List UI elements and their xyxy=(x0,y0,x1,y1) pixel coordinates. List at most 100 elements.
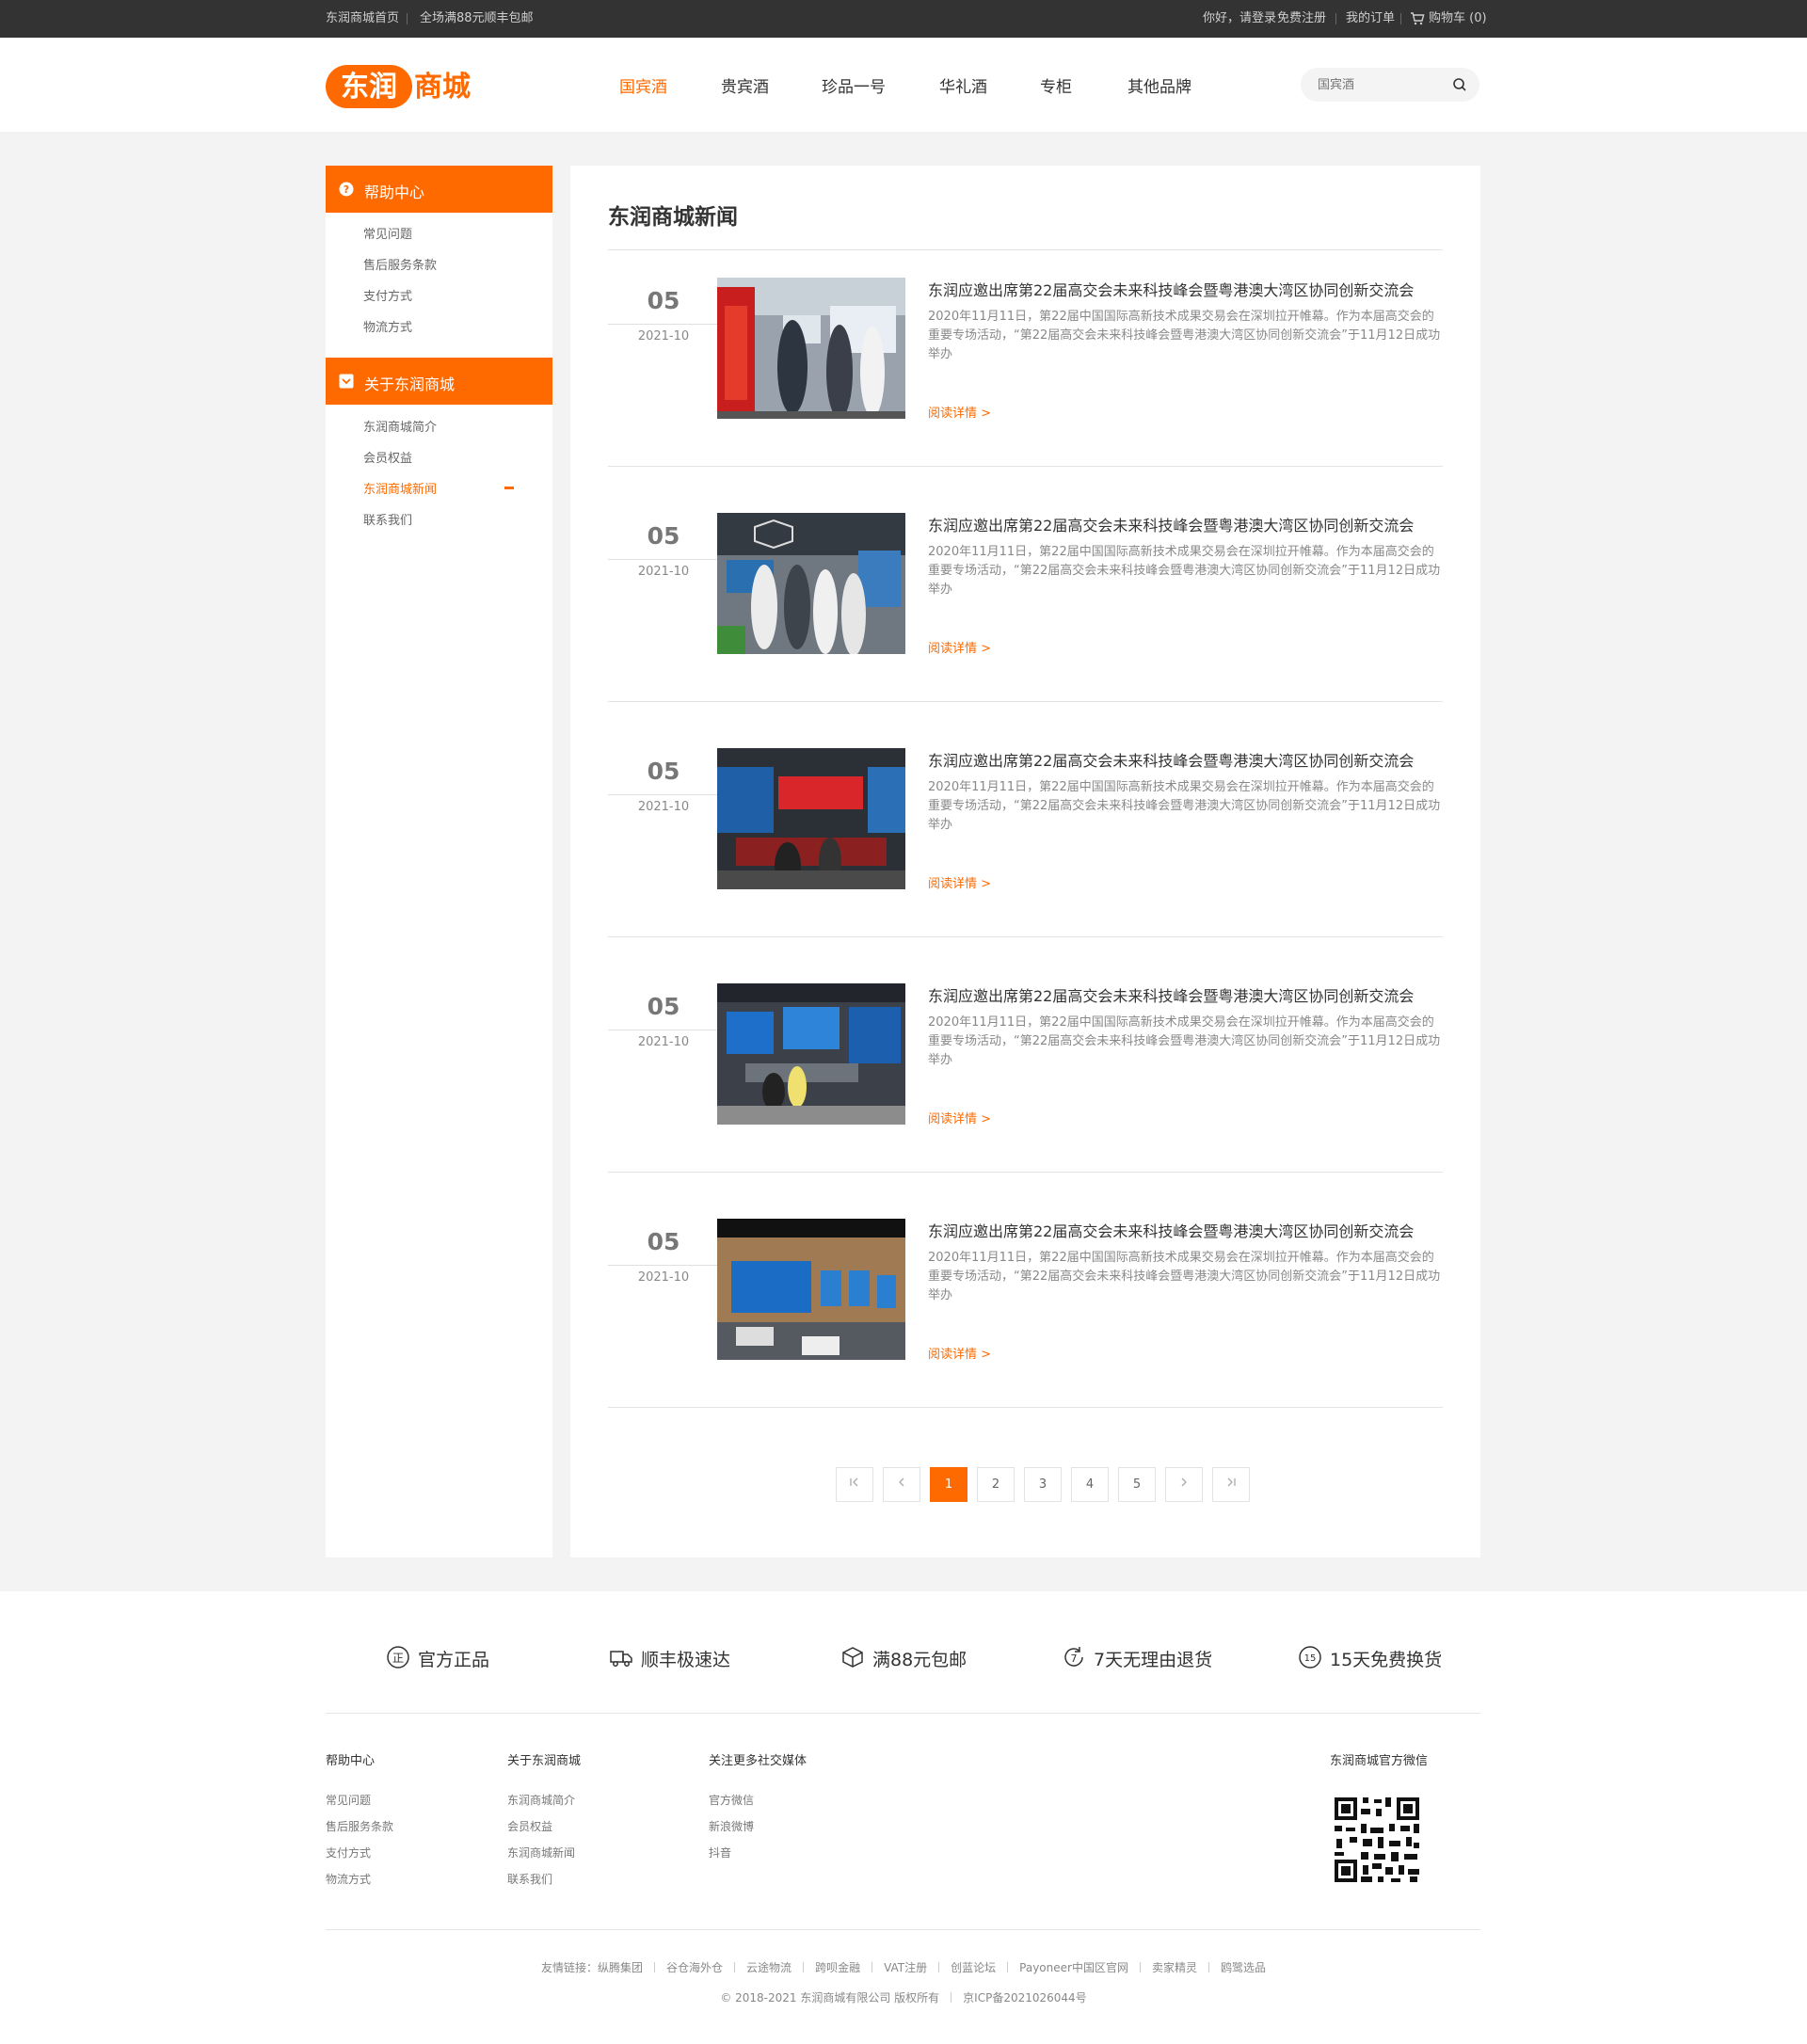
news-title[interactable]: 东润应邀出席第22届高交会未来科技峰会暨粤港澳大湾区协同创新交流会 xyxy=(928,983,1414,1006)
nav-zhenpin[interactable]: 珍品一号 xyxy=(822,73,886,97)
chevron-down-box-icon xyxy=(339,374,354,389)
news-month: 2021-10 xyxy=(637,1035,690,1049)
friend-links-label: 友情链接： xyxy=(541,1961,599,1974)
box-icon xyxy=(840,1645,865,1669)
news-title[interactable]: 东润应邀出席第22届高交会未来科技峰会暨粤港澳大湾区协同创新交流会 xyxy=(928,748,1414,771)
sidebar-item-logistics[interactable]: 物流方式 xyxy=(363,317,412,335)
cart-link[interactable]: 购物车 (0) xyxy=(1429,0,1487,38)
news-day: 05 xyxy=(647,1228,680,1255)
divider xyxy=(608,794,719,795)
footer-link[interactable]: 常见问题 xyxy=(326,1792,371,1808)
feature-label: 7天无理由退货 xyxy=(1094,1650,1213,1670)
nav-guobinjiu[interactable]: 国宾酒 xyxy=(619,73,667,97)
news-thumbnail[interactable] xyxy=(717,983,905,1125)
news-thumbnail[interactable] xyxy=(717,1219,905,1360)
nav-zhuangui[interactable]: 专柜 xyxy=(1040,73,1072,97)
sidebar-item-news[interactable]: 东润商城新闻 xyxy=(363,479,437,497)
page-title: 东润商城新闻 xyxy=(608,205,738,230)
genuine-icon: 正 xyxy=(386,1645,410,1669)
news-title[interactable]: 东润应邀出席第22届高交会未来科技峰会暨粤港澳大湾区协同创新交流会 xyxy=(928,1219,1414,1241)
footer-col-social-title: 关注更多社交媒体 xyxy=(709,1754,808,1768)
footer-link[interactable]: 物流方式 xyxy=(326,1871,371,1887)
sidebar-item-intro[interactable]: 东润商城简介 xyxy=(363,417,437,435)
footer-col-help-title: 帮助中心 xyxy=(326,1754,376,1768)
logo[interactable]: 东润 商城 xyxy=(326,63,476,110)
divider xyxy=(608,701,1443,702)
footer-link[interactable]: 官方微信 xyxy=(709,1792,754,1808)
pager-prev-button[interactable] xyxy=(883,1467,920,1502)
friend-link[interactable]: 卖家精灵 xyxy=(1152,1961,1197,1974)
sidebar-item-aftersale[interactable]: 售后服务条款 xyxy=(363,255,437,273)
pager-page-3[interactable]: 3 xyxy=(1024,1467,1062,1502)
nav-hualijiu[interactable]: 华礼酒 xyxy=(939,73,987,97)
news-title[interactable]: 东润应邀出席第22届高交会未来科技峰会暨粤港澳大湾区协同创新交流会 xyxy=(928,513,1414,535)
main-panel xyxy=(570,166,1480,1557)
news-thumbnail[interactable] xyxy=(717,278,905,419)
sidebar-about-title: 关于东润商城 xyxy=(364,375,456,393)
footer-link[interactable]: 东润商城新闻 xyxy=(507,1844,575,1860)
search-input[interactable] xyxy=(1318,68,1440,102)
sidebar-item-payment[interactable]: 支付方式 xyxy=(363,286,412,304)
home-link[interactable]: 东润商城首页 xyxy=(326,0,399,38)
read-more-link[interactable]: 阅读详情 > xyxy=(928,403,991,421)
divider xyxy=(1400,13,1401,24)
register-link[interactable]: 免费注册 xyxy=(1277,0,1326,38)
my-orders-link[interactable]: 我的订单 xyxy=(1346,0,1395,38)
footer-link[interactable]: 新浪微博 xyxy=(709,1818,754,1834)
news-thumbnail[interactable] xyxy=(717,748,905,889)
footer-link[interactable]: 售后服务条款 xyxy=(326,1818,393,1834)
news-thumbnail[interactable] xyxy=(717,513,905,654)
login-link[interactable]: 你好，请登录 xyxy=(1203,0,1276,38)
friend-link[interactable]: 云途物流 xyxy=(746,1961,792,1974)
friend-link[interactable]: 跨呗金融 xyxy=(815,1961,860,1974)
question-icon: ? xyxy=(339,182,354,197)
feature-label: 官方正品 xyxy=(418,1650,490,1670)
friend-link[interactable]: 谷仓海外仓 xyxy=(666,1961,723,1974)
pager-last-button[interactable] xyxy=(1212,1467,1250,1502)
promo-text: 全场满88元顺丰包邮 xyxy=(420,11,534,25)
news-title[interactable]: 东润应邀出席第22届高交会未来科技峰会暨粤港澳大湾区协同创新交流会 xyxy=(928,278,1414,300)
divider xyxy=(326,1713,1480,1714)
news-month: 2021-10 xyxy=(637,565,690,579)
divider xyxy=(608,559,719,560)
read-more-link[interactable]: 阅读详情 > xyxy=(928,873,991,891)
news-day: 05 xyxy=(647,522,680,550)
pager-page-1[interactable]: 1 xyxy=(930,1467,967,1502)
top-bar: 东润商城首页 全场满88元顺丰包邮 你好，请登录 免费注册 我的订单 购物车 (… xyxy=(0,0,1807,38)
friend-link[interactable]: Payoneer中国区官网 xyxy=(1019,1961,1128,1974)
svg-text:7: 7 xyxy=(1071,1653,1078,1665)
divider xyxy=(608,324,719,325)
sidebar-item-contact[interactable]: 联系我们 xyxy=(363,510,412,528)
read-more-link[interactable]: 阅读详情 > xyxy=(928,1344,991,1362)
pager-first-button[interactable] xyxy=(836,1467,873,1502)
friend-link[interactable]: 纵腾集团 xyxy=(598,1961,643,1974)
pager-page-5[interactable]: 5 xyxy=(1118,1467,1156,1502)
footer-link[interactable]: 抖音 xyxy=(709,1844,731,1860)
friend-link[interactable]: 创蓝论坛 xyxy=(951,1961,996,1974)
news-day: 05 xyxy=(647,287,680,314)
cart-icon[interactable] xyxy=(1410,11,1425,26)
svg-text:15: 15 xyxy=(1304,1653,1317,1664)
footer-link[interactable]: 支付方式 xyxy=(326,1844,371,1860)
wechat-qr-code xyxy=(1333,1796,1421,1884)
chevron-left-icon xyxy=(896,1477,907,1492)
copyright-text: © 2018-2021 东润商城有限公司 版权所有 xyxy=(720,1991,940,2004)
read-more-link[interactable]: 阅读详情 > xyxy=(928,1109,991,1126)
sidebar-item-member[interactable]: 会员权益 xyxy=(363,448,412,466)
pager-next-button[interactable] xyxy=(1165,1467,1203,1502)
pager-page-4[interactable]: 4 xyxy=(1071,1467,1109,1502)
icp-link[interactable]: 京ICP备2021026044号 xyxy=(963,1991,1087,2004)
friend-link[interactable]: 鸥鹭选品 xyxy=(1221,1961,1266,1974)
nav-other-brands[interactable]: 其他品牌 xyxy=(1127,73,1191,97)
chevron-right-icon xyxy=(1178,1477,1190,1492)
footer-link[interactable]: 联系我们 xyxy=(507,1871,552,1887)
footer-link[interactable]: 东润商城简介 xyxy=(507,1792,575,1808)
search-icon[interactable] xyxy=(1451,76,1468,93)
sidebar-item-faq[interactable]: 常见问题 xyxy=(363,224,412,242)
friend-link[interactable]: VAT注册 xyxy=(884,1961,927,1974)
footer-link[interactable]: 会员权益 xyxy=(507,1818,552,1834)
pager-page-2[interactable]: 2 xyxy=(977,1467,1015,1502)
nav-guibinjiu[interactable]: 贵宾酒 xyxy=(721,73,769,97)
news-summary: 2020年11月11日，第22届中国国际高新技术成果交易会在深圳拉开帷幕。作为本… xyxy=(928,1015,1441,1067)
read-more-link[interactable]: 阅读详情 > xyxy=(928,638,991,656)
